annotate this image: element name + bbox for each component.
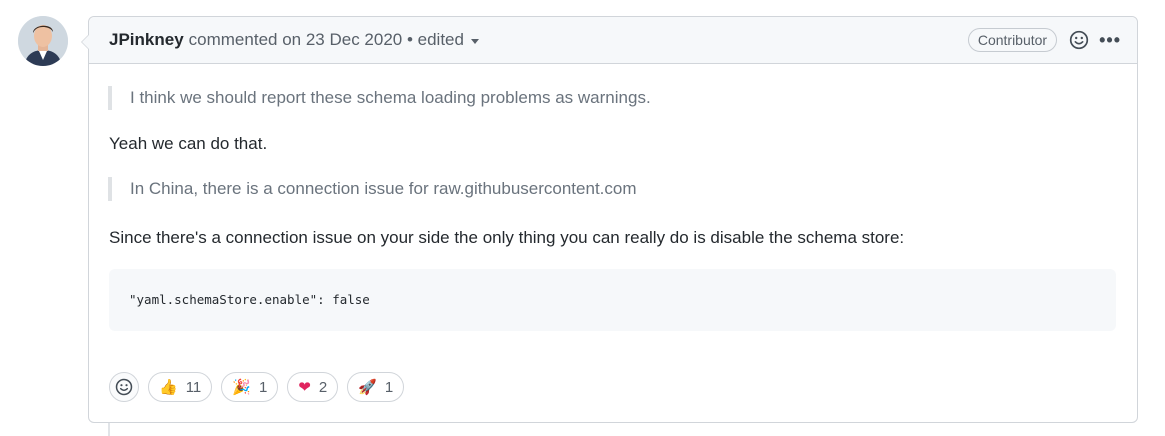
reaction-count: 2 <box>318 378 328 396</box>
smiley-icon <box>115 378 133 396</box>
avatar-image <box>18 16 68 66</box>
reaction-hooray[interactable]: 🎉 1 <box>221 372 279 402</box>
author-link[interactable]: JPinkney <box>109 30 184 50</box>
thumbs-up-icon: 👍 <box>159 377 178 396</box>
reaction-count: 11 <box>185 378 202 396</box>
heart-icon: ❤ <box>298 377 311 396</box>
reaction-thumbs-up[interactable]: 👍 11 <box>148 372 213 402</box>
comment-header: JPinkney commented on 23 Dec 2020 • edit… <box>89 17 1137 64</box>
contributor-badge: Contributor <box>967 28 1058 52</box>
party-popper-icon: 🎉 <box>232 377 251 396</box>
add-reaction-button[interactable] <box>109 372 139 402</box>
quote-block: In China, there is a connection issue fo… <box>108 177 1108 201</box>
reaction-heart[interactable]: ❤ 2 <box>287 372 339 402</box>
code-block: "yaml.schemaStore.enable": false <box>109 269 1116 331</box>
reactions-bar: 👍 11 🎉 1 ❤ 2 🚀 1 <box>109 372 405 402</box>
smiley-icon[interactable] <box>1069 30 1089 50</box>
comment-box: JPinkney commented on 23 Dec 2020 • edit… <box>81 16 1138 423</box>
comment-paragraph: Since there's a connection issue on your… <box>109 228 905 247</box>
edit-history-caret-icon[interactable] <box>470 38 479 44</box>
rocket-icon: 🚀 <box>358 377 377 396</box>
quote-block: I think we should report these schema lo… <box>108 86 1108 110</box>
reaction-count: 1 <box>384 378 394 396</box>
comment-paragraph: Yeah we can do that. <box>109 134 268 153</box>
comment-meta: commented on 23 Dec 2020 • edited <box>188 30 464 49</box>
avatar[interactable] <box>18 16 68 66</box>
reaction-rocket[interactable]: 🚀 1 <box>347 372 405 402</box>
reaction-count: 1 <box>258 378 268 396</box>
kebab-menu-icon[interactable]: ••• <box>1099 30 1121 51</box>
